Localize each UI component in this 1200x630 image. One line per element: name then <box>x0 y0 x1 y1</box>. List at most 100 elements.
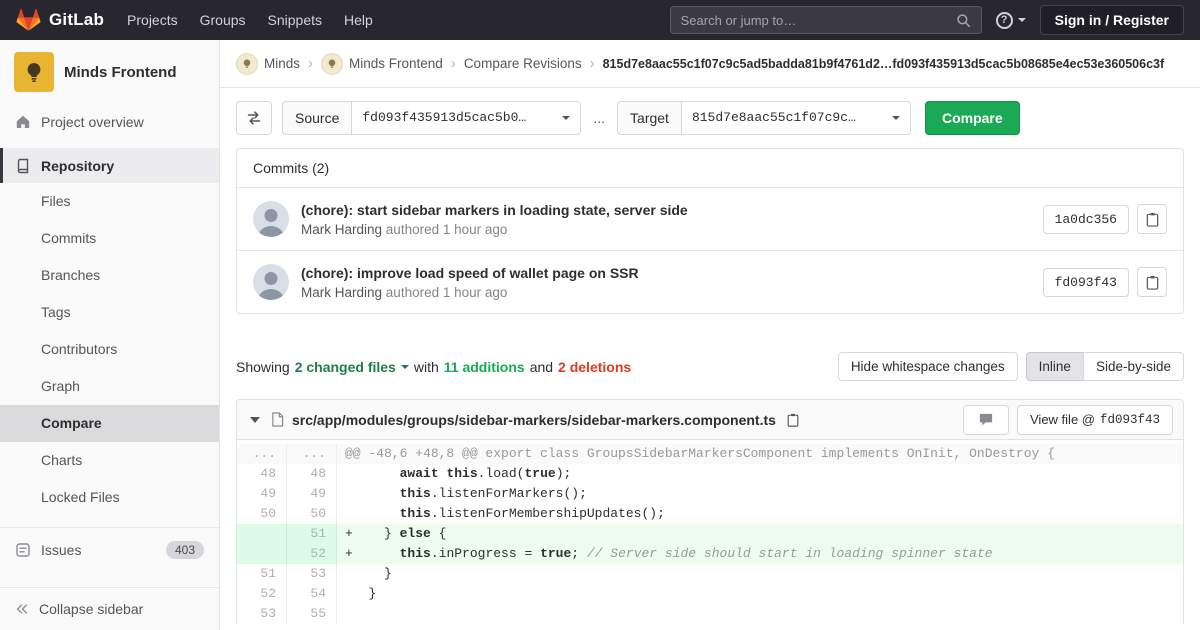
sidebar-item-commits[interactable]: Commits <box>0 220 219 257</box>
diff-code-line: } <box>337 584 1183 604</box>
sidebar: Minds Frontend Project overview Reposito… <box>0 40 220 630</box>
old-line-number[interactable] <box>237 524 287 544</box>
project-avatar-small <box>321 53 343 75</box>
old-line-number[interactable]: 50 <box>237 504 287 524</box>
diff-code-line: } <box>337 564 1183 584</box>
diff-code-line: + } else { <box>337 524 1183 544</box>
target-label: Target <box>617 101 681 135</box>
nav-link-snippets[interactable]: Snippets <box>257 0 333 40</box>
old-line-number[interactable]: 48 <box>237 464 287 484</box>
toggle-comments-button[interactable] <box>963 405 1009 435</box>
collapse-diff-caret-icon[interactable] <box>250 417 260 423</box>
code-segment: } <box>353 566 392 581</box>
inline-view-button[interactable]: Inline <box>1026 352 1084 381</box>
old-line-number[interactable]: 53 <box>237 604 287 624</box>
project-context[interactable]: Minds Frontend <box>0 40 219 104</box>
swap-revisions-button[interactable] <box>236 101 272 135</box>
old-line-number[interactable] <box>237 544 287 564</box>
new-line-number[interactable]: 54 <box>287 584 337 604</box>
side-by-side-view-button[interactable]: Side-by-side <box>1083 352 1184 381</box>
revision-range-ellipsis: ... <box>591 110 607 126</box>
sidebar-item-charts[interactable]: Charts <box>0 442 219 479</box>
nav-link-projects[interactable]: Projects <box>116 0 189 40</box>
commit-meta: Mark Harding authored 1 hour ago <box>301 222 1031 237</box>
view-file-button[interactable]: View file @ fd093f43 <box>1017 405 1173 435</box>
new-line-number[interactable]: 55 <box>287 604 337 624</box>
author-avatar[interactable] <box>253 264 289 300</box>
content-area: Source fd093f435913d5cac5b0… ... Target … <box>220 88 1200 630</box>
breadcrumb: Minds › Minds Frontend › Compare Revisio… <box>220 40 1200 88</box>
source-revision-dropdown[interactable]: fd093f435913d5cac5b0… <box>351 101 581 135</box>
compare-button[interactable]: Compare <box>925 101 1020 135</box>
old-line-number[interactable]: 51 <box>237 564 287 584</box>
nav-link-groups[interactable]: Groups <box>189 0 257 40</box>
sidebar-item-contributors[interactable]: Contributors <box>0 331 219 368</box>
copy-sha-button[interactable] <box>1137 267 1167 297</box>
collapse-sidebar-label: Collapse sidebar <box>39 601 143 617</box>
hide-whitespace-button[interactable]: Hide whitespace changes <box>838 352 1018 381</box>
copy-sha-button[interactable] <box>1137 204 1167 234</box>
nav-link-help[interactable]: Help <box>333 0 384 40</box>
gitlab-logo[interactable]: GitLab <box>16 8 104 32</box>
target-revision-dropdown[interactable]: 815d7e8aac55c1f07c9c… <box>681 101 911 135</box>
old-line-number[interactable]: 52 <box>237 584 287 604</box>
diff-code-line <box>337 604 1183 624</box>
old-line-number[interactable]: ... <box>237 444 287 464</box>
diff-file-actions: View file @ fd093f43 <box>963 405 1173 435</box>
new-line-number[interactable]: 53 <box>287 564 337 584</box>
sidebar-item-issues[interactable]: Issues 403 <box>0 527 219 571</box>
sidebar-item-graph[interactable]: Graph <box>0 368 219 405</box>
sidebar-item-branches[interactable]: Branches <box>0 257 219 294</box>
code-segment: ; <box>571 546 587 561</box>
new-line-number[interactable]: 48 <box>287 464 337 484</box>
code-segment: @@ -48,6 +48,8 @@ export class GroupsSid… <box>345 446 1055 461</box>
code-segment: .listenForMembershipUpdates(); <box>431 506 665 521</box>
commit-sha[interactable]: 1a0dc356 <box>1043 205 1129 234</box>
sidebar-item-label: Issues <box>41 542 81 558</box>
sidebar-item-files[interactable]: Files <box>0 183 219 220</box>
code-segment: await <box>400 466 439 481</box>
sidebar-item-project-overview[interactable]: Project overview <box>0 104 219 140</box>
commit-title-link[interactable]: (chore): start sidebar markers in loadin… <box>301 202 1031 218</box>
diff-line-context: 4949 this.listenForMarkers(); <box>237 484 1183 504</box>
new-line-number[interactable]: 52 <box>287 544 337 564</box>
breadcrumb-minds[interactable]: Minds <box>264 56 300 71</box>
commit-author-link[interactable]: Mark Harding <box>301 222 382 237</box>
sign-in-button[interactable]: Sign in / Register <box>1040 5 1184 35</box>
new-line-number[interactable]: 49 <box>287 484 337 504</box>
code-segment: this <box>400 506 431 521</box>
commit-sha[interactable]: fd093f43 <box>1043 268 1129 297</box>
sidebar-item-compare[interactable]: Compare <box>0 405 219 442</box>
top-navbar: GitLab Projects Groups Snippets Help Sea… <box>0 0 1200 40</box>
new-line-number[interactable]: 51 <box>287 524 337 544</box>
diff-line-marker <box>345 466 353 481</box>
clipboard-icon <box>1145 275 1160 290</box>
sidebar-item-locked-files[interactable]: Locked Files <box>0 479 219 516</box>
commit-title-link[interactable]: (chore): improve load speed of wallet pa… <box>301 265 1031 281</box>
copy-file-path-button[interactable] <box>784 411 802 429</box>
sidebar-item-repository[interactable]: Repository <box>0 148 219 183</box>
diff-line-context: 4848 await this.load(true); <box>237 464 1183 484</box>
diff-line-add: 51+ } else { <box>237 524 1183 544</box>
new-line-number[interactable]: 50 <box>287 504 337 524</box>
breadcrumb-compare-revisions[interactable]: Compare Revisions <box>464 56 582 71</box>
code-segment <box>353 546 400 561</box>
deletions-count: 2 deletions <box>558 359 631 375</box>
sidebar-item-label: Repository <box>41 158 114 174</box>
sidebar-item-label: Project overview <box>41 114 144 130</box>
new-line-number[interactable]: ... <box>287 444 337 464</box>
code-segment: this <box>400 546 431 561</box>
view-file-label: View file @ <box>1030 412 1095 427</box>
breadcrumb-minds-frontend[interactable]: Minds Frontend <box>349 56 443 71</box>
author-avatar[interactable] <box>253 201 289 237</box>
collapse-sidebar-button[interactable]: Collapse sidebar <box>0 587 219 630</box>
diff-line-marker <box>345 566 353 581</box>
commit-author-link[interactable]: Mark Harding <box>301 285 382 300</box>
diff-code-line: @@ -48,6 +48,8 @@ export class GroupsSid… <box>337 444 1183 464</box>
changed-files-dropdown[interactable]: 2 changed files <box>295 359 409 375</box>
old-line-number[interactable]: 49 <box>237 484 287 504</box>
search-input[interactable]: Search or jump to… <box>670 6 982 34</box>
sidebar-section-repository: Repository Files Commits Branches Tags C… <box>0 148 219 516</box>
help-menu[interactable]: ? <box>996 12 1026 29</box>
sidebar-item-tags[interactable]: Tags <box>0 294 219 331</box>
